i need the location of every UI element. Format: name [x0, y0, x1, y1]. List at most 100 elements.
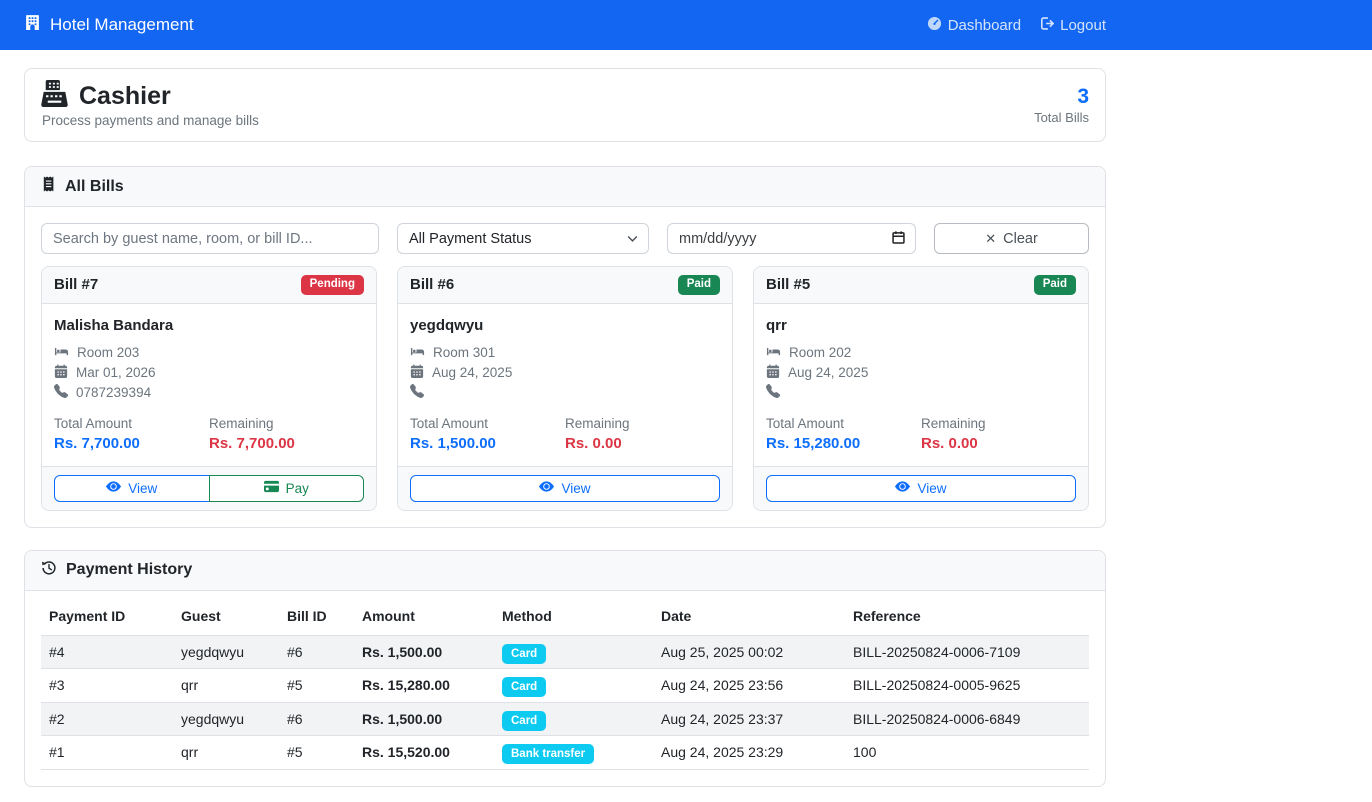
- view-bill-button[interactable]: View: [766, 475, 1076, 502]
- guest-cell: yegdqwyu: [173, 635, 279, 669]
- cashier-header-card: Cashier Process payments and manage bill…: [24, 68, 1106, 142]
- total-bills-count: 3: [1034, 85, 1089, 109]
- col-amount: Amount: [354, 597, 494, 636]
- room-value: Room 301: [433, 345, 495, 360]
- dashboard-gauge-icon: [927, 16, 942, 35]
- payment-id-cell: #4: [41, 635, 173, 669]
- date-filter-input[interactable]: [667, 223, 916, 254]
- total-bills-label: Total Bills: [1034, 110, 1089, 125]
- payment-id-cell: #1: [41, 736, 173, 770]
- phone-value: 0787239394: [76, 385, 151, 400]
- reference-cell: BILL-20250824-0006-6849: [845, 702, 1089, 736]
- total-amount-label: Total Amount: [410, 416, 565, 431]
- remaining-value: Rs. 7,700.00: [209, 435, 364, 452]
- payment-history-table: Payment ID Guest Bill ID Amount Method D…: [41, 597, 1089, 770]
- bill-title: Bill #7: [54, 276, 98, 293]
- guest-cell: qrr: [173, 736, 279, 770]
- remaining-label: Remaining: [565, 416, 720, 431]
- calendar-icon: [410, 364, 424, 381]
- col-date: Date: [653, 597, 845, 636]
- date-cell: Aug 25, 2025 00:02: [653, 635, 845, 669]
- status-badge: Paid: [678, 275, 720, 295]
- clear-button-label: Clear: [1003, 231, 1038, 247]
- guest-name: Malisha Bandara: [54, 317, 364, 334]
- all-bills-card: All Bills All Payment Status: [24, 166, 1106, 528]
- total-amount-value: Rs. 7,700.00: [54, 435, 209, 452]
- all-bills-title: All Bills: [65, 178, 124, 196]
- pay-button-label: Pay: [286, 481, 309, 496]
- method-badge: Card: [502, 711, 546, 731]
- credit-card-icon: [264, 479, 279, 497]
- bill-id-cell: #6: [279, 702, 354, 736]
- guest-cell: yegdqwyu: [173, 702, 279, 736]
- receipt-icon: [41, 176, 56, 197]
- checkin-date-value: Mar 01, 2026: [76, 365, 156, 380]
- room-value: Room 203: [77, 345, 139, 360]
- pay-bill-button[interactable]: Pay: [209, 475, 365, 502]
- date-cell: Aug 24, 2025 23:29: [653, 736, 845, 770]
- checkin-date-value: Aug 24, 2025: [788, 365, 868, 380]
- bill-id-cell: #5: [279, 736, 354, 770]
- payment-id-cell: #2: [41, 702, 173, 736]
- total-amount-label: Total Amount: [54, 416, 209, 431]
- method-badge: Bank transfer: [502, 744, 594, 764]
- payment-history-card: Payment History Payment ID Guest Bill ID…: [24, 550, 1106, 787]
- date-line: Mar 01, 2026: [54, 363, 364, 383]
- col-method: Method: [494, 597, 653, 636]
- cash-register-icon: [41, 80, 68, 112]
- amount-cell: Rs. 15,520.00: [354, 736, 494, 770]
- bill-id-cell: #6: [279, 635, 354, 669]
- nav-link-dashboard[interactable]: Dashboard: [927, 16, 1021, 35]
- guest-name: yegdqwyu: [410, 317, 720, 334]
- calendar-icon: [54, 364, 68, 381]
- total-amount-value: Rs. 1,500.00: [410, 435, 565, 452]
- room-line: Room 203: [54, 343, 364, 363]
- payment-status-select[interactable]: All Payment Status: [397, 223, 649, 254]
- clear-filters-button[interactable]: ✕ Clear: [934, 223, 1089, 254]
- amount-cell: Rs. 1,500.00: [354, 702, 494, 736]
- payment-id-cell: #3: [41, 669, 173, 703]
- view-bill-button[interactable]: View: [410, 475, 720, 502]
- eye-icon: [895, 479, 910, 497]
- date-cell: Aug 24, 2025 23:37: [653, 702, 845, 736]
- amount-cell: Rs. 15,280.00: [354, 669, 494, 703]
- bill-title: Bill #5: [766, 276, 810, 293]
- reference-cell: BILL-20250824-0005-9625: [845, 669, 1089, 703]
- remaining-value: Rs. 0.00: [565, 435, 720, 452]
- bill-id-cell: #5: [279, 669, 354, 703]
- page-title: Cashier: [79, 82, 171, 111]
- bill-filters: All Payment Status: [41, 223, 1089, 254]
- search-input[interactable]: [41, 223, 379, 254]
- bill-card-5: Bill #5 Paid qrr Room 202: [753, 266, 1089, 511]
- eye-icon: [106, 479, 121, 497]
- amount-cell: Rs. 1,500.00: [354, 635, 494, 669]
- guest-name: qrr: [766, 317, 1076, 334]
- brand-link[interactable]: Hotel Management: [24, 14, 194, 36]
- col-payment-id: Payment ID: [41, 597, 173, 636]
- bill-card-6: Bill #6 Paid yegdqwyu Room 301: [397, 266, 733, 511]
- bed-icon: [410, 344, 425, 362]
- nav-logout-label: Logout: [1060, 17, 1106, 34]
- method-badge: Card: [502, 644, 546, 664]
- payment-history-title: Payment History: [66, 561, 192, 579]
- phone-icon: [410, 384, 424, 401]
- checkin-date-value: Aug 24, 2025: [432, 365, 512, 380]
- room-line: Room 301: [410, 343, 720, 363]
- view-bill-button[interactable]: View: [54, 475, 210, 502]
- bill-card-7: Bill #7 Pending Malisha Bandara Room 203: [41, 266, 377, 511]
- col-reference: Reference: [845, 597, 1089, 636]
- eye-icon: [539, 479, 554, 497]
- phone-line: [766, 383, 1076, 403]
- phone-icon: [766, 384, 780, 401]
- room-value: Room 202: [789, 345, 851, 360]
- phone-line: 0787239394: [54, 383, 364, 403]
- view-button-label: View: [561, 481, 590, 496]
- view-button-label: View: [128, 481, 157, 496]
- remaining-label: Remaining: [209, 416, 364, 431]
- total-amount-label: Total Amount: [766, 416, 921, 431]
- reference-cell: BILL-20250824-0006-7109: [845, 635, 1089, 669]
- table-header-row: Payment ID Guest Bill ID Amount Method D…: [41, 597, 1089, 636]
- status-badge: Pending: [301, 275, 364, 295]
- nav-link-logout[interactable]: Logout: [1039, 16, 1106, 35]
- date-line: Aug 24, 2025: [410, 363, 720, 383]
